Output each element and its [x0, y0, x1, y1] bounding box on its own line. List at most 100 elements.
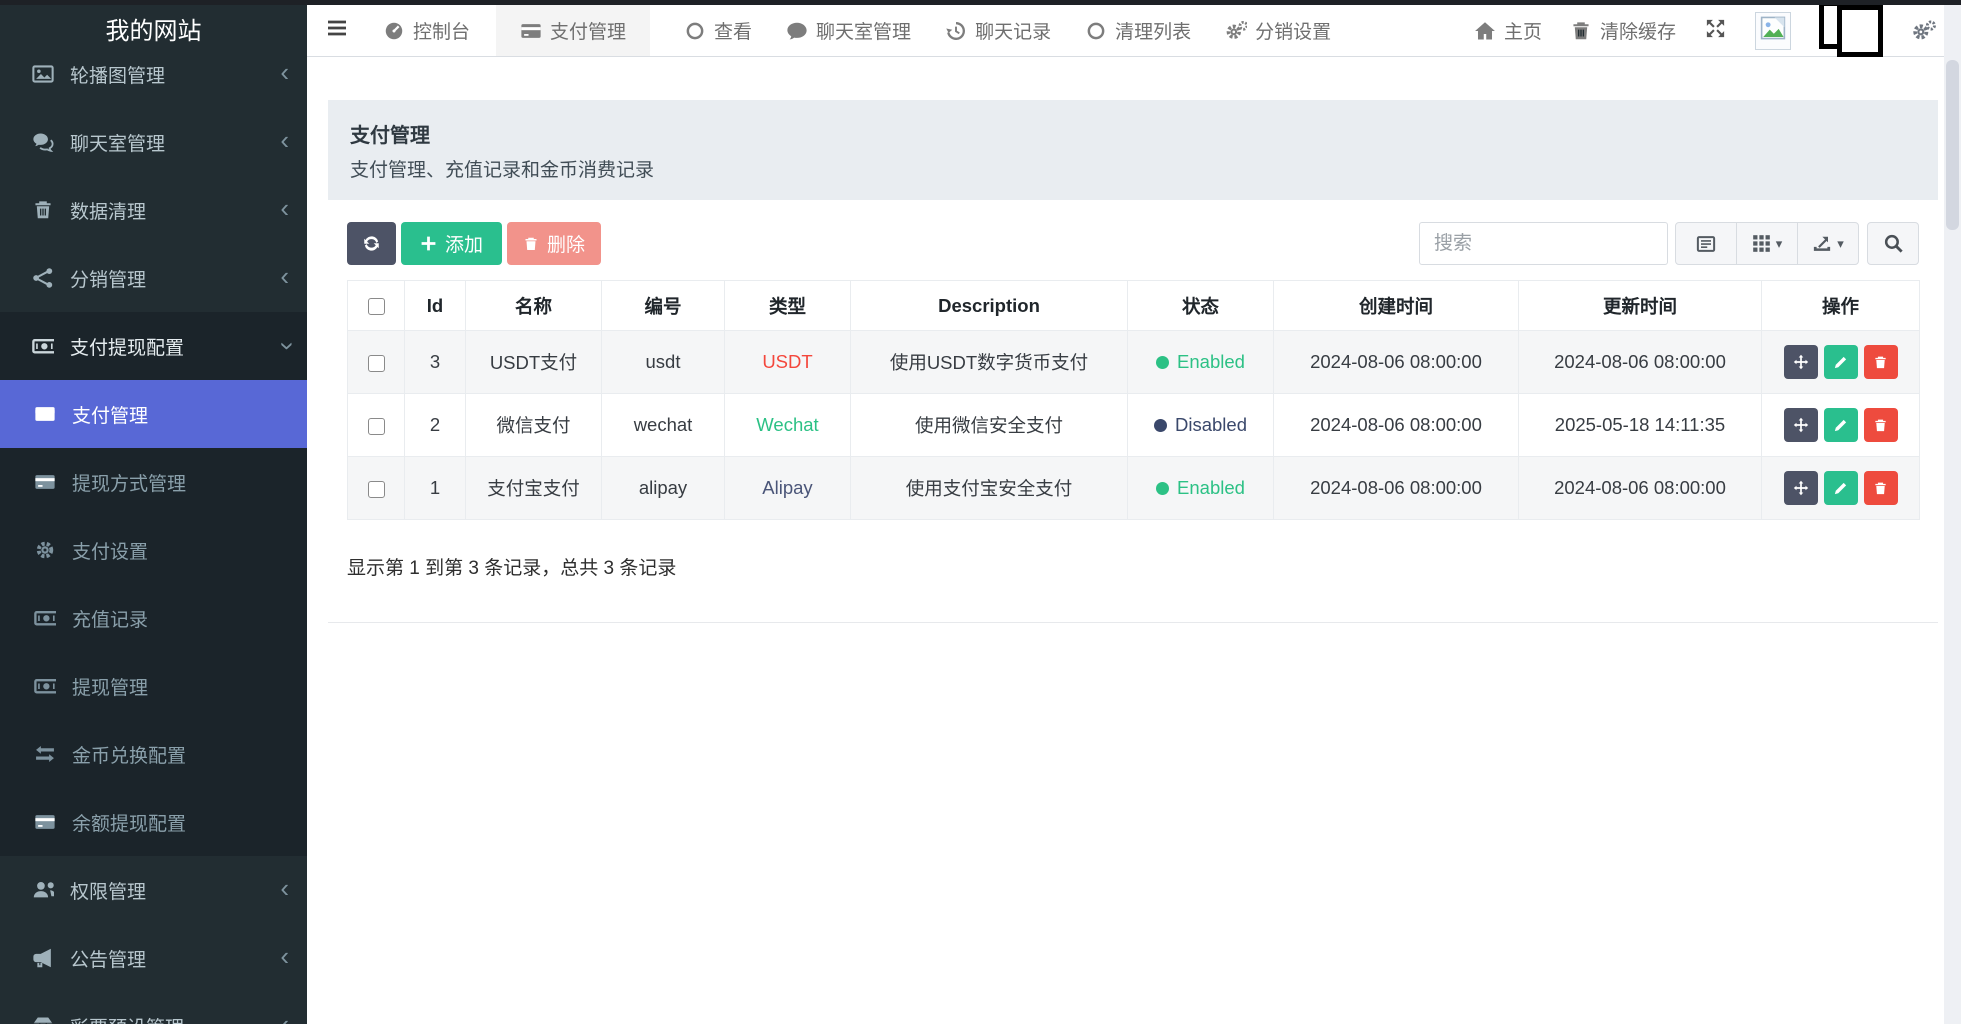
- trash-icon: [523, 236, 539, 252]
- trash-icon: [1873, 481, 1888, 496]
- edit-row-button[interactable]: [1824, 471, 1858, 505]
- nav-item-home[interactable]: 主页: [1474, 17, 1542, 44]
- avatar-broken-image[interactable]: [1755, 12, 1791, 50]
- site-logo[interactable]: 我的网站: [0, 0, 307, 57]
- pagination-toggle-button[interactable]: [1675, 222, 1737, 265]
- sidebar-item-label: 支付设置: [72, 537, 148, 564]
- delete-row-button[interactable]: [1864, 471, 1898, 505]
- sidebar-toggle-button[interactable]: [325, 5, 349, 56]
- move-row-button[interactable]: [1784, 471, 1818, 505]
- cell-type: Wechat: [725, 394, 851, 457]
- status-dot: [1156, 356, 1169, 369]
- expand-arrows-icon: [1704, 17, 1727, 45]
- settings-gears-icon[interactable]: [1911, 19, 1937, 43]
- column-header: 操作: [1762, 281, 1920, 331]
- sidebar-item-recharge-records[interactable]: 充值记录: [0, 584, 307, 652]
- move-row-button[interactable]: [1784, 345, 1818, 379]
- cell-created: 2024-08-06 08:00:00: [1274, 457, 1519, 520]
- nav-item-clear-cache[interactable]: 清除缓存: [1570, 17, 1676, 44]
- cell-status: Enabled: [1128, 457, 1274, 520]
- select-all-checkbox[interactable]: [368, 298, 385, 315]
- nav-item-label: 支付管理: [550, 17, 626, 44]
- sidebar-item-payment-manage[interactable]: 支付管理: [0, 380, 307, 448]
- sidebar-item-permission-manage[interactable]: 权限管理‹: [0, 856, 307, 924]
- circle-icon: [684, 20, 706, 42]
- payment-card: 支付管理 支付管理、充值记录和金币消费记录 添加: [328, 100, 1938, 623]
- add-button[interactable]: 添加: [401, 222, 502, 265]
- status-label: Disabled: [1175, 414, 1247, 435]
- row-checkbox[interactable]: [368, 418, 385, 435]
- nav-item-payment-manage[interactable]: 支付管理: [496, 5, 650, 56]
- row-checkbox[interactable]: [368, 481, 385, 498]
- sidebar-item-payment-withdraw-config[interactable]: 支付提现配置‹: [0, 312, 307, 380]
- table-row: 3USDT支付usdtUSDT使用USDT数字货币支付Enabled2024-0…: [348, 331, 1920, 394]
- gauge-icon: [383, 20, 405, 42]
- page-subtitle: 支付管理、充值记录和金币消费记录: [350, 155, 1938, 182]
- sidebar-item-label: 余额提现配置: [72, 809, 186, 836]
- chevron-left-icon: ‹: [280, 127, 289, 153]
- cell-created: 2024-08-06 08:00:00: [1274, 394, 1519, 457]
- nav-item-dashboard[interactable]: 控制台: [383, 5, 470, 56]
- main-content: 支付管理 支付管理、充值记录和金币消费记录 添加: [307, 57, 1961, 1024]
- column-header: Description: [851, 281, 1128, 331]
- nav-item-clean-list[interactable]: 清理列表: [1085, 5, 1191, 56]
- sidebar-item-withdraw-method-manage[interactable]: 提现方式管理: [0, 448, 307, 516]
- gears-icon: [1225, 20, 1247, 42]
- trash-icon: [1873, 355, 1888, 370]
- money-icon: [30, 607, 60, 629]
- grid-icon: [1752, 234, 1771, 253]
- sidebar-item-payment-settings[interactable]: 支付设置: [0, 516, 307, 584]
- cell-description: 使用支付宝安全支付: [851, 457, 1128, 520]
- move-row-button[interactable]: [1784, 408, 1818, 442]
- delete-button[interactable]: 删除: [507, 222, 601, 265]
- column-header: 创建时间: [1274, 281, 1519, 331]
- pencil-icon: [1833, 418, 1848, 433]
- move-icon: [1793, 354, 1809, 370]
- scrollbar-thumb[interactable]: [1946, 60, 1959, 230]
- columns-toggle-button[interactable]: ▾: [1736, 222, 1798, 265]
- trash-icon: [1873, 418, 1888, 433]
- nav-item-view[interactable]: 查看: [684, 5, 752, 56]
- sidebar-item-chatroom-manage[interactable]: 聊天室管理 ‹: [0, 108, 307, 176]
- search-input[interactable]: [1419, 222, 1668, 265]
- cell-name: USDT支付: [466, 331, 602, 394]
- nav-item-chatroom-manage[interactable]: 聊天室管理: [786, 5, 911, 56]
- column-header: 类型: [725, 281, 851, 331]
- sidebar-item-withdraw-manage[interactable]: 提现管理: [0, 652, 307, 720]
- sidebar-item-data-clean[interactable]: 数据清理‹: [0, 176, 307, 244]
- sidebar-item-label: 支付提现配置: [70, 333, 184, 360]
- refresh-button[interactable]: [347, 222, 396, 265]
- navbar-left-group: 控制台 支付管理 查看聊天室管理 聊天记录 清理列表分销设置: [349, 5, 1331, 56]
- sidebar-item-distribution-manage[interactable]: 分销管理‹: [0, 244, 307, 312]
- page-scrollbar[interactable]: [1944, 5, 1961, 1024]
- sidebar-item-balance-withdraw-config[interactable]: 余额提现配置: [0, 788, 307, 856]
- comments-icon: [28, 131, 58, 153]
- cell-code: alipay: [602, 457, 725, 520]
- delete-row-button[interactable]: [1864, 345, 1898, 379]
- edit-row-button[interactable]: [1824, 345, 1858, 379]
- sidebar-item-label: 分销管理: [70, 265, 146, 292]
- sidebar-item-coin-exchange-config[interactable]: 金币兑换配置: [0, 720, 307, 788]
- nav-item-distribution-settings[interactable]: 分销设置: [1225, 5, 1331, 56]
- exchange-icon: [30, 743, 60, 765]
- payments-table: Id名称编号类型Description状态创建时间更新时间操作 3USDT支付u…: [347, 280, 1920, 520]
- row-checkbox[interactable]: [368, 355, 385, 372]
- sidebar-item-label: 提现管理: [72, 673, 148, 700]
- search-submit-button[interactable]: [1867, 222, 1919, 265]
- column-header: 更新时间: [1519, 281, 1762, 331]
- sidebar-item-label: 聊天室管理: [70, 129, 165, 156]
- sidebar-item-lottery-preset-manage[interactable]: 彩票预设管理‹: [0, 992, 307, 1024]
- cell-status: Disabled: [1128, 394, 1274, 457]
- nav-item-label: 聊天记录: [975, 17, 1051, 44]
- edit-row-button[interactable]: [1824, 408, 1858, 442]
- toolbar-right-group: ▾ ▾: [1419, 222, 1919, 265]
- nav-item-chat-history[interactable]: 聊天记录: [945, 5, 1051, 56]
- cell-type: Alipay: [725, 457, 851, 520]
- sidebar-item-label: 轮播图管理: [70, 61, 165, 88]
- sidebar-item-announcement-manage[interactable]: 公告管理‹: [0, 924, 307, 992]
- caret-down-icon: ▾: [1776, 236, 1783, 252]
- delete-row-button[interactable]: [1864, 408, 1898, 442]
- export-button[interactable]: ▾: [1797, 222, 1859, 265]
- move-icon: [1793, 480, 1809, 496]
- fullscreen-toggle[interactable]: [1704, 17, 1727, 45]
